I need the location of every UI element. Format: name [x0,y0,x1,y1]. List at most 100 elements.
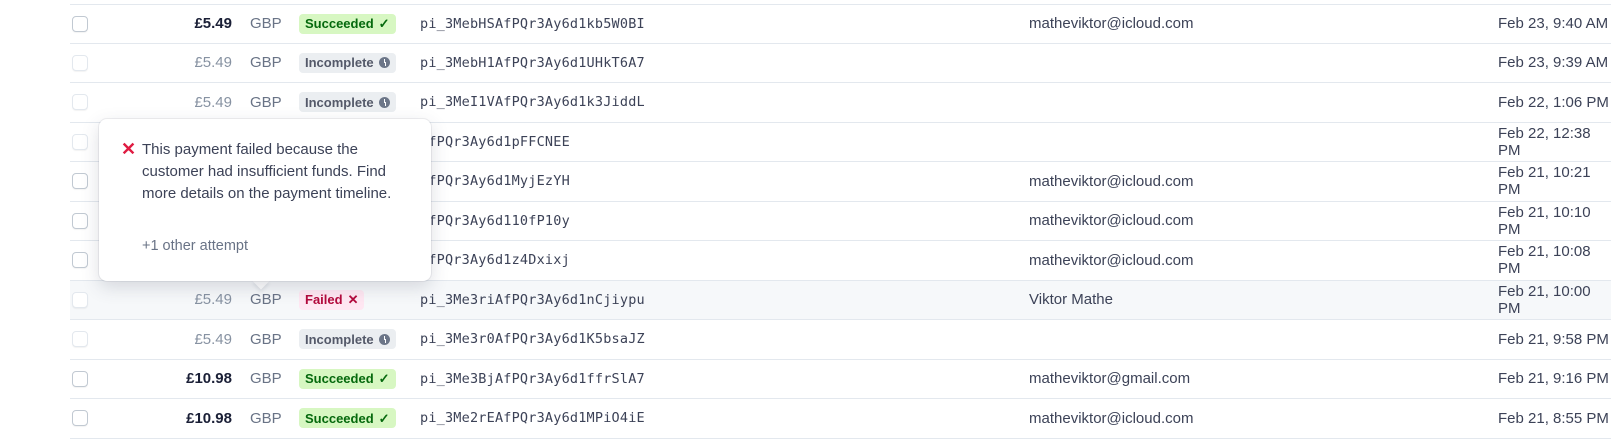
clock-icon [378,333,390,345]
payment-id: AfPQr3Ay6d110fP10y [420,212,570,229]
row-checkbox[interactable] [72,320,88,359]
checkbox[interactable] [72,173,88,190]
status-badge: Incomplete [299,52,396,73]
amount: £5.49 [194,291,232,309]
table-row[interactable]: £5.49 GBP Incomplete pi_3Me3r0AfPQr3Ay6d1K5… [70,320,1611,360]
other-attempt-link[interactable]: +1 other attempt [142,238,248,254]
status-cell: Succeeded ✓ [299,5,396,43]
amount: £5.49 [194,330,232,348]
payment-id: pi_3Me3BjAfPQr3Ay6d1ffrSlA7 [420,370,645,387]
status-cell: Succeeded ✓ [299,360,396,399]
date: Feb 21, 10:08 PM [1498,243,1591,278]
currency: GBP [250,54,282,72]
date: Feb 21, 10:00 PM [1498,282,1591,317]
amount: £5.49 [194,54,232,72]
clock-icon [378,96,390,108]
payment-id: pi_3MeI1VAfPQr3Ay6d1k3JiddL [420,94,645,111]
date: Feb 22, 12:38 PM [1498,124,1591,159]
payment-id: pi_3MebHSAfPQr3Ay6d1kb5W0BI [420,15,645,32]
row-checkbox[interactable] [72,399,88,438]
date: Feb 23, 9:40 AM [1498,15,1609,33]
currency: GBP [250,93,282,111]
check-icon: ✓ [378,371,390,387]
currency: GBP [250,15,282,33]
row-checkbox[interactable] [72,83,88,122]
table-row[interactable]: £10.98 GBP Succeeded ✓ pi_3Me2rEAfPQr3Ay6d1M… [70,399,1611,439]
status-badge: Succeeded ✓ [299,13,396,34]
status-cell: Incomplete [299,83,396,122]
customer: matheviktor@icloud.com [1029,251,1194,269]
payment-id: pi_3MebH1AfPQr3Ay6d1UHkT6A7 [420,54,645,71]
currency: GBP [250,409,282,427]
status-badge: Succeeded ✓ [299,408,396,429]
error-x-icon: ✕ [121,139,137,159]
amount: £5.49 [194,15,232,33]
customer: matheviktor@icloud.com [1029,409,1194,427]
date: Feb 21, 9:16 PM [1498,370,1609,388]
row-checkbox[interactable] [72,162,88,201]
status-label: Succeeded [305,16,374,32]
status-cell: Incomplete [299,320,396,359]
checkbox[interactable] [72,133,88,150]
status-label: Incomplete [305,331,374,347]
status-label: Incomplete [305,94,374,110]
date: Feb 21, 10:10 PM [1498,203,1591,238]
currency: GBP [250,291,282,309]
status-cell: Incomplete [299,44,396,83]
date: Feb 21, 10:21 PM [1498,164,1591,199]
currency: GBP [250,370,282,388]
checkbox[interactable] [72,291,88,308]
date: Feb 21, 9:58 PM [1498,330,1609,348]
table-row[interactable]: £5.49 GBP Incomplete pi_3MeI1VAfPQr3Ay6d1k3… [70,83,1611,123]
amount: £10.98 [186,370,232,388]
amount: £5.49 [194,93,232,111]
table-row[interactable]: £5.49 GBP Failed ✕ pi_3Me3riAfPQr3Ay6d1nCjiy… [70,280,1611,320]
customer: matheviktor@gmail.com [1029,370,1191,388]
close-icon: ✕ [347,292,359,308]
payment-id: pi_3Me3riAfPQr3Ay6d1nCjiypu [420,291,645,308]
date: Feb 23, 9:39 AM [1498,54,1609,72]
status-badge: Incomplete [299,92,396,113]
currency: GBP [250,330,282,348]
check-icon: ✓ [378,16,390,32]
checkbox[interactable] [72,410,88,427]
customer: matheviktor@icloud.com [1029,15,1194,33]
row-checkbox[interactable] [72,241,88,280]
amount: £10.98 [186,409,232,427]
table-row[interactable]: £5.49 GBP Incomplete pi_3MebH1AfPQr3Ay6d1UH… [70,44,1611,83]
table-row[interactable]: £10.98 GBP Succeeded ✓ pi_3Me3BjAfPQr3Ay6d1f… [70,360,1611,399]
status-badge: Incomplete [299,329,396,350]
failure-message: This payment failed because the customer… [142,141,392,202]
status-label: Succeeded [305,371,374,387]
status-badge[interactable]: Failed ✕ [299,289,365,310]
table-row[interactable]: £5.49 GBP Succeeded ✓ pi_3MebHSAfPQr3Ay6d1kb… [70,4,1611,44]
checkbox[interactable] [72,212,88,229]
checkbox[interactable] [72,252,88,269]
payment-id: AfPQr3Ay6d1pFFCNEE [420,133,570,150]
row-checkbox[interactable] [72,281,88,320]
checkbox[interactable] [72,15,88,32]
checkbox[interactable] [72,94,88,111]
status-cell: Failed ✕ [299,281,365,320]
checkbox[interactable] [72,331,88,348]
payment-id: AfPQr3Ay6d1z4Dxixj [420,252,570,269]
checkbox[interactable] [72,370,88,387]
failure-popover: ✕ This payment failed because the custom… [99,119,431,281]
row-checkbox[interactable] [72,202,88,241]
status-label: Failed [305,292,343,308]
row-checkbox[interactable] [72,44,88,83]
date: Feb 22, 1:06 PM [1498,93,1609,111]
row-checkbox[interactable] [72,123,88,162]
status-cell: Succeeded ✓ [299,399,396,438]
customer: matheviktor@icloud.com [1029,212,1194,230]
payment-id: pi_3Me2rEAfPQr3Ay6d1MPiO4iE [420,410,645,427]
check-icon: ✓ [378,410,390,426]
payment-id: pi_3Me3r0AfPQr3Ay6d1K5bsaJZ [420,331,645,348]
status-label: Incomplete [305,55,374,71]
status-label: Succeeded [305,410,374,426]
checkbox[interactable] [72,54,88,71]
row-checkbox[interactable] [72,5,88,43]
row-checkbox[interactable] [72,360,88,399]
clock-icon [378,57,390,69]
date: Feb 21, 8:55 PM [1498,409,1609,427]
